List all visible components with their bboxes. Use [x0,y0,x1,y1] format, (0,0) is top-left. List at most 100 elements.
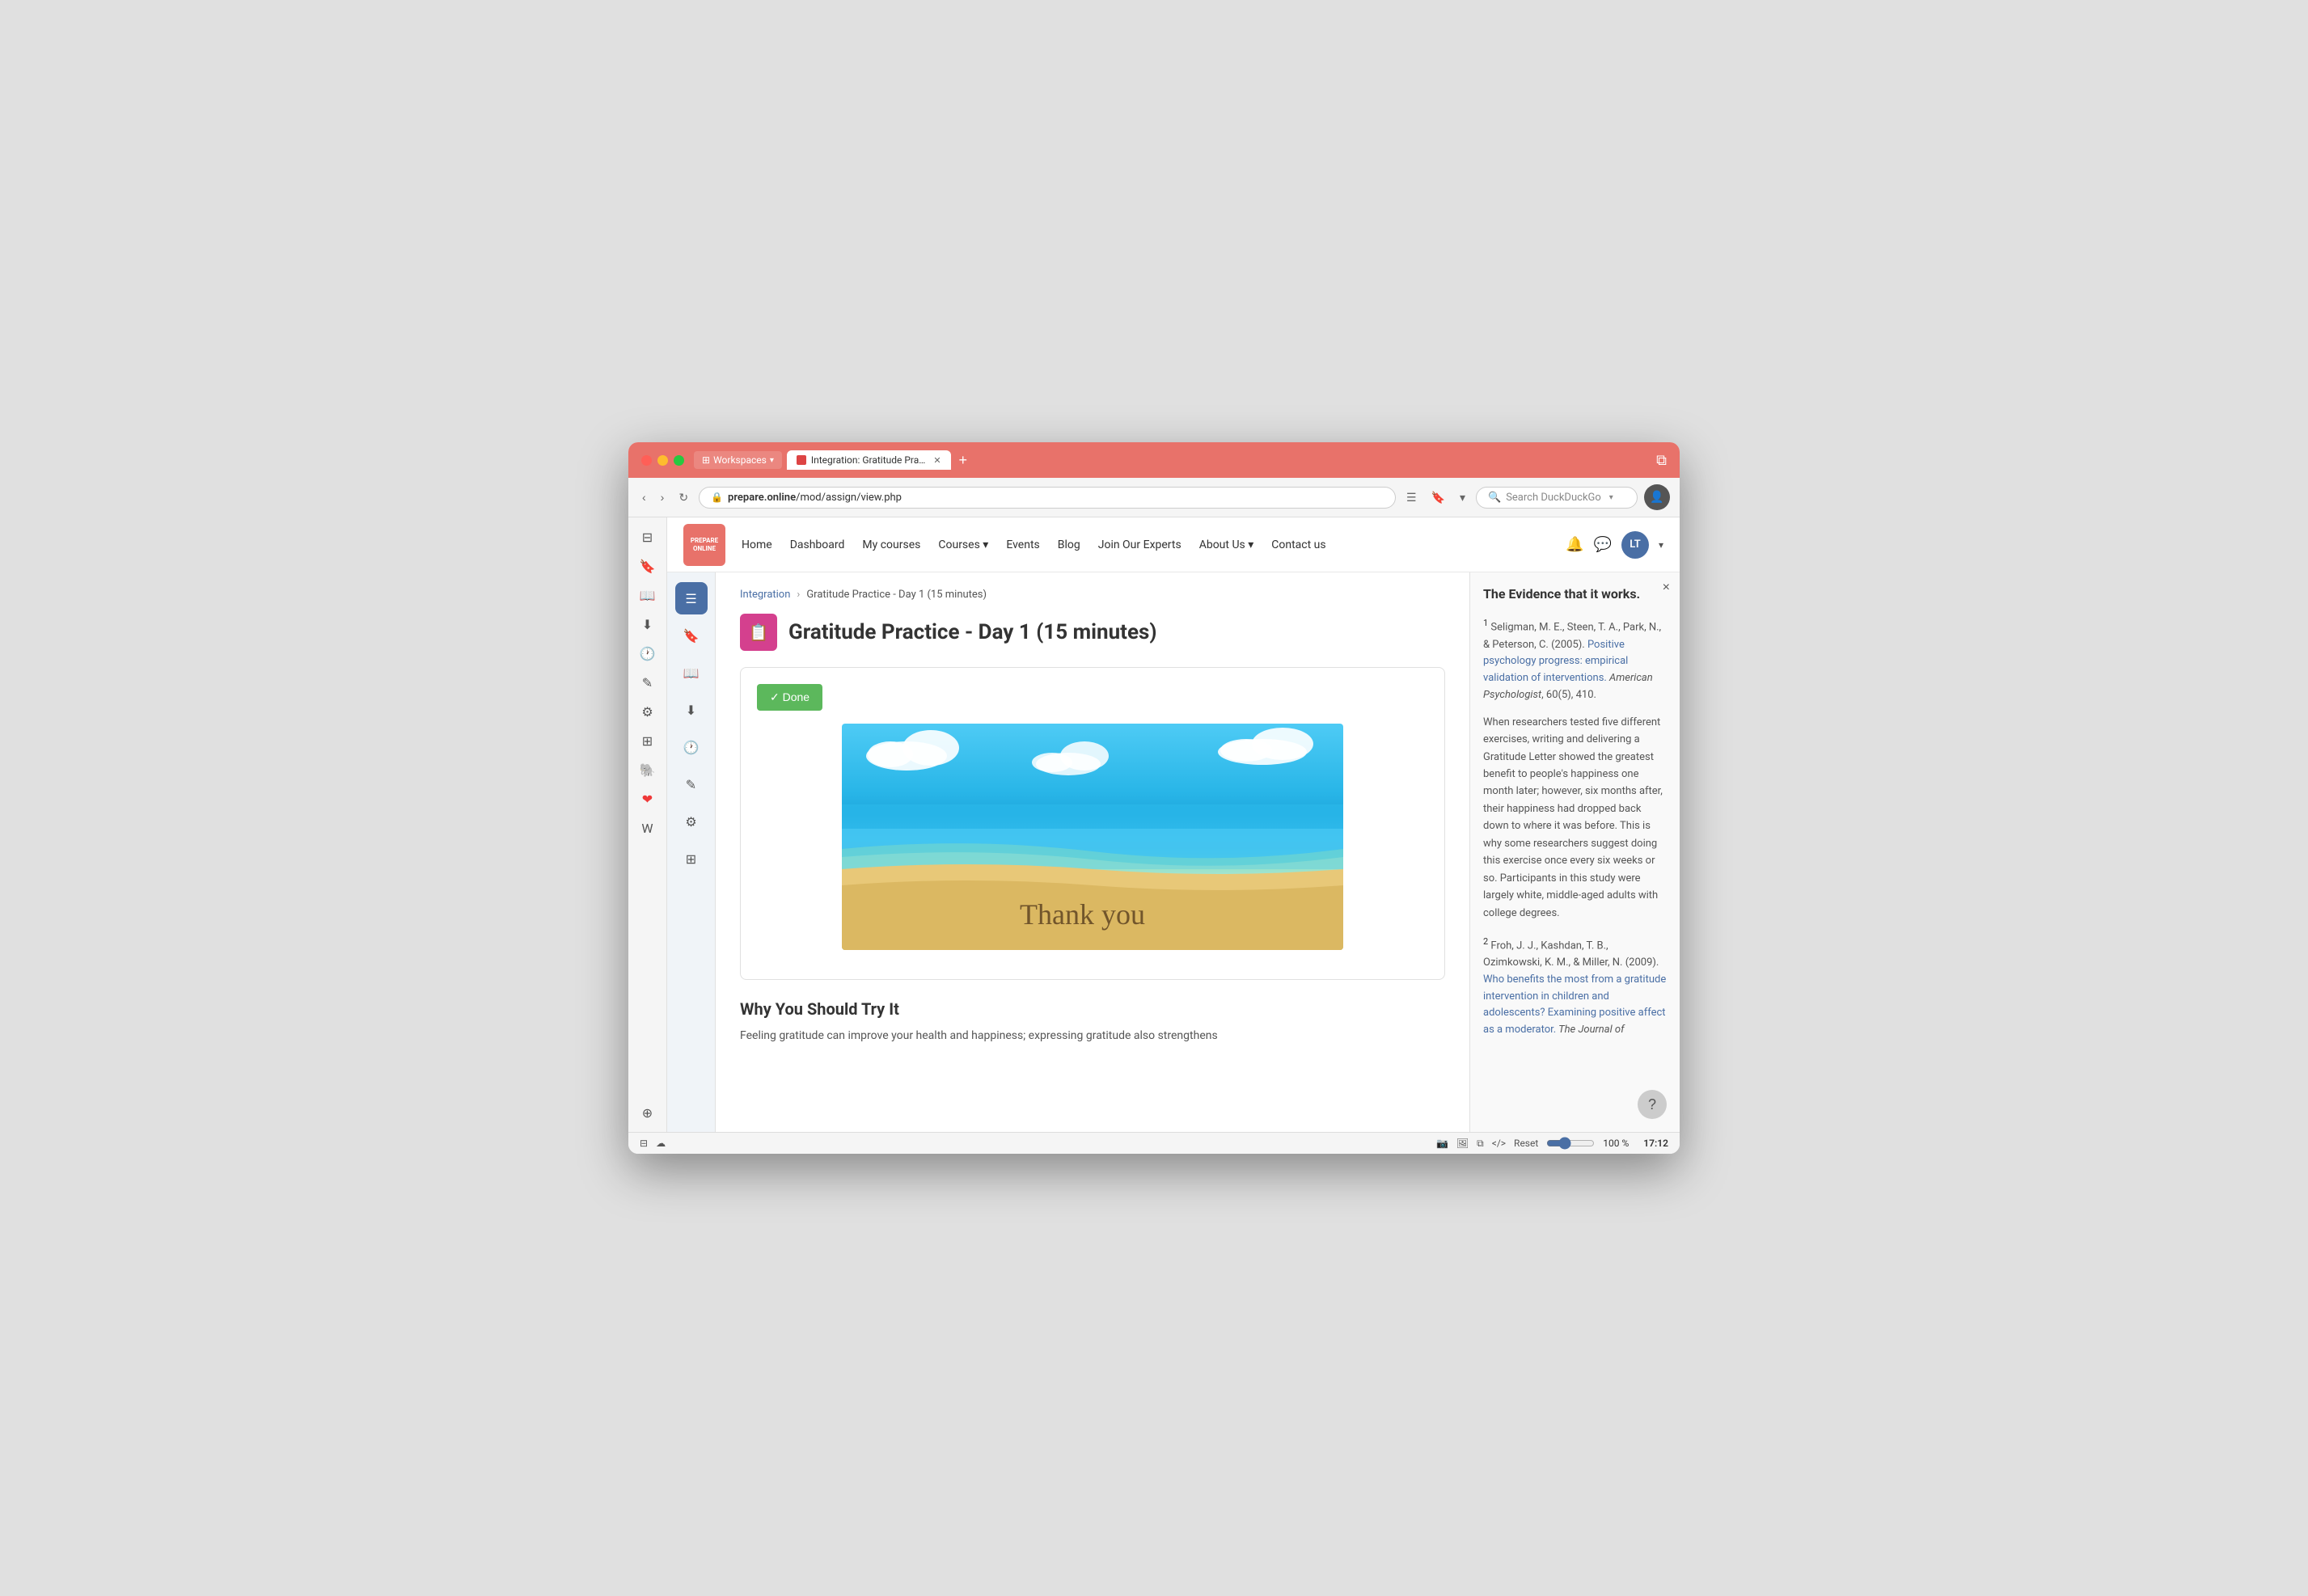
bookmarks-panel-button[interactable]: 🔖 [635,553,661,579]
tab-close-button[interactable]: ✕ [933,455,941,466]
notification-bell-icon[interactable]: 🔔 [1566,536,1583,553]
close-panel-button[interactable]: × [1663,581,1670,595]
new-tab-button[interactable]: + [956,452,971,469]
nav-about-us[interactable]: About Us ▾ [1199,538,1254,551]
reset-label[interactable]: Reset [1514,1138,1538,1149]
sidebar-toggle-icon[interactable]: ⊟ [640,1138,648,1149]
reader-view-button[interactable]: ☰ [1402,488,1421,507]
window-controls [641,455,684,466]
help-button[interactable]: ? [1638,1090,1667,1119]
doc-area: Integration › Gratitude Practice - Day 1… [716,572,1469,1132]
nav-contact-us[interactable]: Contact us [1271,538,1325,551]
url-bar: ‹ › ↻ 🔒 prepare.online/mod/assign/view.p… [628,478,1680,517]
ref1-details: , 60(5), 410. [1541,689,1596,701]
dev-tools-icon[interactable]: </> [1492,1138,1506,1149]
reading-list-button[interactable]: 📖 [635,582,661,608]
site-nav: Home Dashboard My courses Courses ▾ Even… [742,538,1549,551]
image-icon[interactable]: 🖼 [1456,1138,1469,1149]
vivaldi-button[interactable]: ❤ [635,786,661,812]
extensions-button[interactable]: ⚙ [635,699,661,724]
notes-button[interactable]: ✎ [635,669,661,695]
zoom-slider[interactable] [1546,1137,1595,1150]
browser-body: ⊟ 🔖 📖 ⬇ 🕐 ✎ ⚙ ⊞ 🐘 ❤ W ⊕ PREPARE ONLINE [628,517,1680,1132]
downloads-button[interactable]: ⬇ [635,611,661,637]
messages-icon[interactable]: 💬 [1594,536,1612,553]
page-title-icon: 📋 [740,614,777,651]
tab-favicon [797,455,806,465]
url-domain: prepare.online [728,492,796,504]
forward-button[interactable]: › [657,488,669,506]
workspaces-button[interactable]: ⊞ Workspaces ▾ [694,451,782,469]
sidebar-toggle-button[interactable]: ⊟ [635,524,661,550]
intro-text: Feeling gratitude can improve your healt… [740,1027,1445,1045]
header-right: 🔔 💬 LT ▾ [1566,531,1663,559]
minimize-window-button[interactable] [657,455,668,466]
user-dropdown-icon[interactable]: ▾ [1659,539,1663,551]
read-icon[interactable]: 📖 [675,657,708,689]
page-title-row: 📋 Gratitude Practice - Day 1 (15 minutes… [740,614,1445,651]
status-bar: ⊟ ☁ 📷 🖼 ⧉ </> Reset 100 % 17:12 [628,1132,1680,1154]
download-icon[interactable]: ⬇ [675,694,708,726]
cloud-icon[interactable]: ☁ [656,1138,666,1149]
thank-you-text: Thank you [1020,898,1145,931]
logo-text: PREPARE ONLINE [691,537,718,552]
bookmark-button[interactable]: 🔖 [1427,488,1449,507]
user-avatar[interactable]: LT [1621,531,1649,559]
url-path: /mod/assign/view.php [796,492,902,504]
done-button[interactable]: ✓ Done [757,684,822,711]
breadcrumb-link[interactable]: Integration [740,589,790,601]
titlebar-right: ⧉ [1656,452,1667,469]
clock-icon[interactable]: 🕐 [675,731,708,763]
breadcrumb-current: Gratitude Practice - Day 1 (15 minutes) [806,589,987,601]
page-title: Gratitude Practice - Day 1 (15 minutes) [788,620,1156,644]
browser-window: ⊞ Workspaces ▾ Integration: Gratitude Pr… [628,442,1680,1154]
maximize-window-button[interactable] [674,455,684,466]
settings-icon[interactable]: ⚙ [675,805,708,838]
nav-courses[interactable]: Courses ▾ [938,538,988,551]
tab-title: Integration: Gratitude Pra… [811,454,925,466]
active-tab[interactable]: Integration: Gratitude Pra… ✕ [787,450,951,470]
beach-image: Thank you [842,724,1343,950]
user-profile-button[interactable]: 👤 [1644,484,1670,510]
status-bar-right: 📷 🖼 ⧉ </> Reset 100 % 17:12 [1436,1137,1668,1150]
screenshot-icon[interactable]: 📷 [1436,1138,1448,1149]
site-logo: PREPARE ONLINE [683,524,725,566]
url-text: prepare.online/mod/assign/view.php [728,492,902,504]
sidebar-bottom: ⊕ [635,1100,661,1125]
nav-dashboard[interactable]: Dashboard [790,538,845,551]
history-button[interactable]: 🕐 [635,640,661,666]
nav-join-our-experts[interactable]: Join Our Experts [1098,538,1181,551]
nav-blog[interactable]: Blog [1058,538,1080,551]
reload-button[interactable]: ↻ [674,488,692,507]
back-button[interactable]: ‹ [638,488,650,506]
search-bar[interactable]: 🔍 Search DuckDuckGo ▾ [1476,487,1638,509]
nav-events[interactable]: Events [1006,538,1039,551]
tab-tile-button[interactable]: ⊞ [635,728,661,754]
ref1-number: 1 [1483,618,1488,628]
add-panel-button[interactable]: ⊕ [635,1100,661,1125]
bookmark-icon[interactable]: 🔖 [675,619,708,652]
menu-icon[interactable]: ☰ [675,582,708,614]
edit-icon[interactable]: ✎ [675,768,708,800]
nav-my-courses[interactable]: My courses [862,538,920,551]
left-nav-panel: ☰ 🔖 📖 ⬇ 🕐 ✎ ⚙ ⊞ [667,572,716,1132]
ref2-authors: Froh, J. J., Kashdan, T. B., Ozimkowski,… [1483,939,1659,969]
nav-home[interactable]: Home [742,538,772,551]
bookmark-list-button[interactable]: ▾ [1456,488,1469,507]
url-field[interactable]: 🔒 prepare.online/mod/assign/view.php [699,487,1396,509]
close-window-button[interactable] [641,455,652,466]
mastodon-button[interactable]: 🐘 [635,757,661,783]
chevron-down-icon: ▾ [770,456,774,465]
breadcrumb: Integration › Gratitude Practice - Day 1… [740,589,1445,601]
restore-icon[interactable]: ⧉ [1656,452,1667,469]
site-header: PREPARE ONLINE Home Dashboard My courses… [667,517,1680,572]
wikipedia-button[interactable]: W [635,815,661,841]
workspaces-label: Workspaces [713,454,767,466]
zoom-level: 100 % [1603,1138,1635,1149]
beach-scene: Thank you [842,724,1343,950]
search-icon: 🔍 [1488,492,1501,504]
grid-icon[interactable]: ⊞ [675,842,708,875]
reference-1: 1 Seligman, M. E., Steen, T. A., Park, N… [1483,616,1667,703]
time-display: 17:12 [1643,1138,1668,1149]
window-icon[interactable]: ⧉ [1477,1138,1484,1150]
